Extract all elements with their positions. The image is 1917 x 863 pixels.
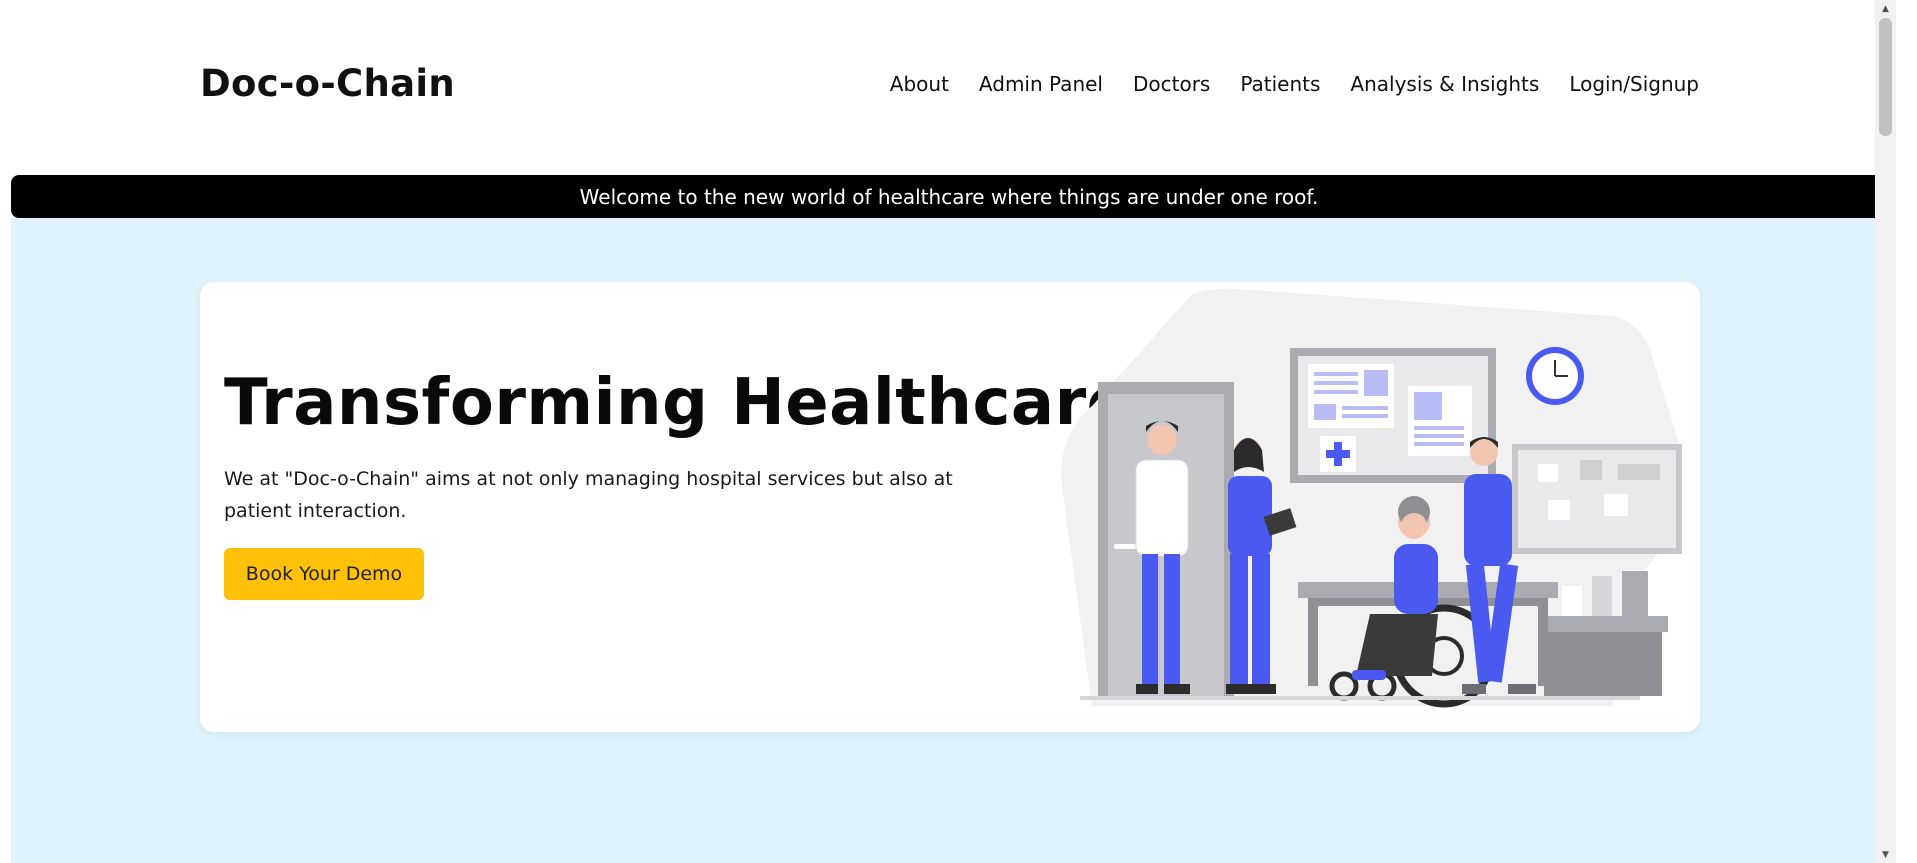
healthcare-staff-illustration [1061,288,1682,708]
site-header: Doc-o-Chain About Admin Panel Doctors Pa… [0,0,1896,170]
page: Doc-o-Chain About Admin Panel Doctors Pa… [0,0,1896,863]
vertical-scrollbar[interactable]: ▲ ▼ [1875,0,1896,863]
nav-patients[interactable]: Patients [1240,72,1320,96]
hero-card: Transforming Healthcare We at "Doc-o-Cha… [200,282,1700,732]
nav-doctors[interactable]: Doctors [1133,72,1210,96]
nav-login-signup[interactable]: Login/Signup [1569,72,1699,96]
book-demo-button[interactable]: Book Your Demo [224,548,424,600]
announcement-bar: Welcome to the new world of healthcare w… [11,175,1887,218]
nav-about[interactable]: About [890,72,949,96]
nav-admin-panel[interactable]: Admin Panel [979,72,1103,96]
brand-logo[interactable]: Doc-o-Chain [200,62,455,105]
nav-analysis-insights[interactable]: Analysis & Insights [1350,72,1539,96]
hero-description: We at "Doc-o-Chain" aims at not only man… [224,468,953,522]
announcement-text: Welcome to the new world of healthcare w… [579,184,1319,209]
main-nav: About Admin Panel Doctors Patients Analy… [890,72,1699,96]
scroll-down-icon[interactable]: ▼ [1875,846,1896,863]
scrollbar-thumb[interactable] [1879,18,1892,136]
scroll-up-icon[interactable]: ▲ [1875,0,1896,17]
hero-title: Transforming Healthcare [224,366,1131,440]
